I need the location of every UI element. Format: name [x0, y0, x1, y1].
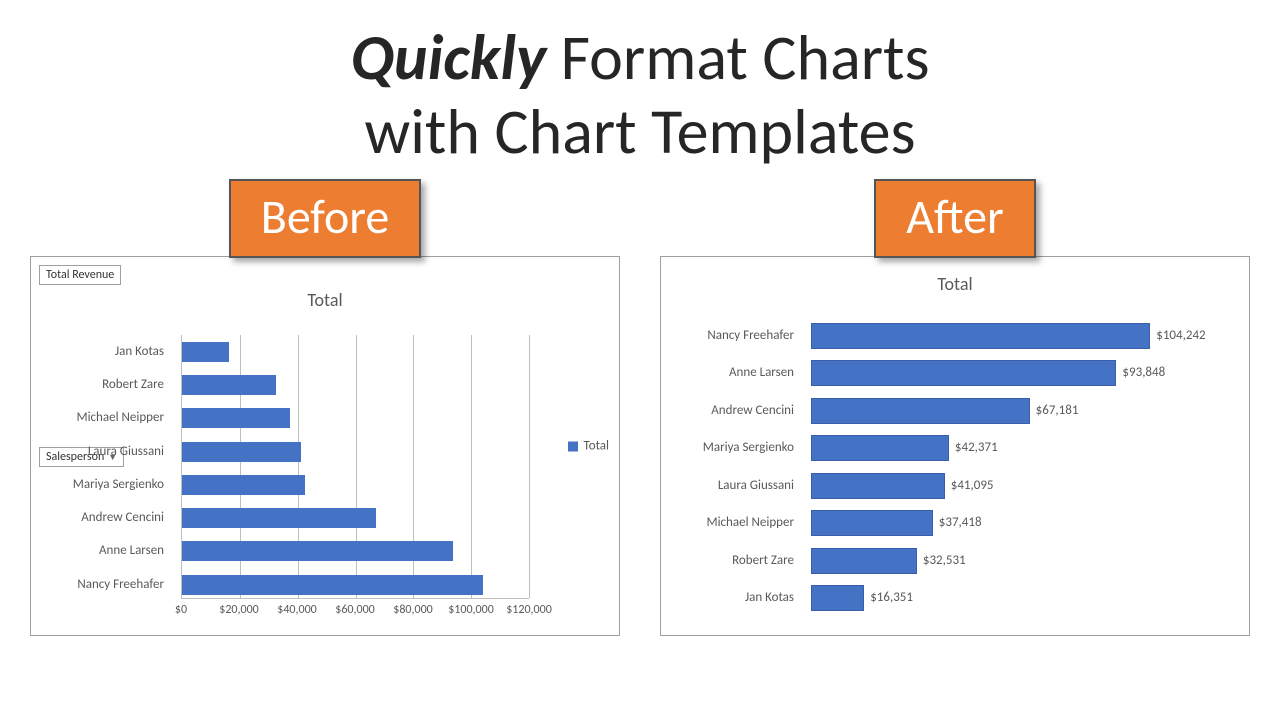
- category-label: Mariya Sergienko: [24, 477, 164, 492]
- panels-row: Before Total Revenue Salesperson ▼ Total…: [0, 179, 1280, 636]
- category-label: Michael Neipper: [24, 410, 164, 425]
- title-emphasis: Quickly: [350, 19, 546, 97]
- chart-bar: [811, 510, 933, 536]
- chart-bar: [182, 375, 276, 395]
- x-tick-label: $40,000: [277, 603, 317, 617]
- after-chart: Total $104,242 $93,848 $67,181 $42,371 $41,0…: [660, 256, 1250, 636]
- before-panel: Before Total Revenue Salesperson ▼ Total…: [30, 179, 620, 636]
- after-badge: After: [874, 179, 1035, 258]
- x-tick-label: $100,000: [448, 603, 494, 617]
- category-label: Michael Neipper: [654, 515, 794, 530]
- category-label: Robert Zare: [654, 553, 794, 568]
- chart-bar: [182, 408, 290, 428]
- title-line2: with Chart Templates: [364, 93, 915, 171]
- x-tick-label: $120,000: [506, 603, 552, 617]
- after-panel: After Total $104,242 $93,848 $67,181 $42,37…: [660, 179, 1250, 636]
- category-label: Nancy Freehafer: [24, 577, 164, 592]
- data-label: $41,095: [951, 478, 994, 493]
- page-title: Quickly Format Charts with Chart Templat…: [0, 0, 1280, 179]
- chart-bar: [182, 442, 301, 462]
- before-plot-area: [181, 335, 529, 599]
- chart-bar: [811, 360, 1116, 386]
- chart-bar: [182, 575, 483, 595]
- chart-bar: [182, 508, 376, 528]
- chart-bar: [811, 548, 917, 574]
- data-label: $93,848: [1122, 365, 1165, 380]
- chart-bar: [811, 473, 945, 499]
- data-label: $32,531: [923, 553, 966, 568]
- category-label: Mariya Sergienko: [654, 440, 794, 455]
- x-tick-label: $60,000: [335, 603, 375, 617]
- chart-bar: [811, 585, 864, 611]
- category-label: Nancy Freehafer: [654, 328, 794, 343]
- category-label: Anne Larsen: [654, 365, 794, 380]
- category-label: Andrew Cencini: [24, 510, 164, 525]
- chart-bar: [811, 398, 1030, 424]
- x-tick-label: $20,000: [219, 603, 259, 617]
- before-chart: Total Revenue Salesperson ▼ Total Jan Ko…: [30, 256, 620, 636]
- chart-bar: [182, 541, 453, 561]
- category-label: Andrew Cencini: [654, 403, 794, 418]
- category-label: Laura Giussani: [654, 478, 794, 493]
- legend-swatch: [568, 441, 578, 451]
- pivot-field-revenue-label: Total Revenue: [46, 268, 114, 282]
- before-x-axis: $0$20,000$40,000$60,000$80,000$100,000$1…: [181, 603, 529, 623]
- before-legend: Total: [568, 439, 609, 454]
- data-label: $104,242: [1156, 328, 1205, 343]
- pivot-field-revenue[interactable]: Total Revenue: [39, 265, 121, 285]
- category-label: Anne Larsen: [24, 543, 164, 558]
- category-label: Robert Zare: [24, 377, 164, 392]
- chart-bar: [811, 323, 1150, 349]
- before-chart-title: Total: [41, 289, 609, 311]
- after-chart-title: Total: [671, 273, 1239, 295]
- x-tick-label: $0: [175, 603, 187, 617]
- chart-bar: [182, 342, 229, 362]
- before-badge: Before: [229, 179, 422, 258]
- after-plot-area: $104,242$93,848$67,181$42,371$41,095$37,…: [811, 317, 1169, 615]
- category-label: Jan Kotas: [24, 344, 164, 359]
- chart-bar: [182, 475, 305, 495]
- x-tick-label: $80,000: [393, 603, 433, 617]
- chart-bar: [811, 435, 949, 461]
- data-label: $67,181: [1036, 403, 1079, 418]
- legend-label: Total: [584, 439, 609, 454]
- category-label: Jan Kotas: [654, 590, 794, 605]
- data-label: $42,371: [955, 440, 998, 455]
- data-label: $37,418: [939, 515, 982, 530]
- data-label: $16,351: [870, 590, 913, 605]
- category-label: Laura Giussani: [24, 444, 164, 459]
- title-rest1: Format Charts: [546, 19, 929, 97]
